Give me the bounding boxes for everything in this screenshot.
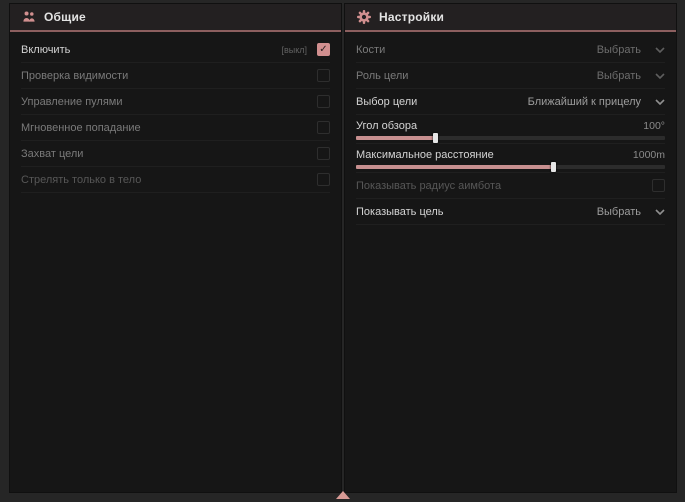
dropdown-value: Выбрать <box>597 44 641 56</box>
dropdown-bones[interactable]: Выбрать <box>597 44 665 56</box>
checkbox-bullet-control[interactable] <box>317 95 330 108</box>
row-enable: Включить [выкл] ✓ <box>21 37 330 63</box>
row-target-selection: Выбор цели Ближайший к прицелу <box>356 89 665 115</box>
slider-value: 100° <box>643 120 665 132</box>
setting-label: Выбор цели <box>356 96 417 108</box>
checkbox-visibility-check[interactable] <box>317 69 330 82</box>
dropdown-show-target[interactable]: Выбрать <box>597 206 665 218</box>
row-bullet-control: Управление пулями <box>21 89 330 115</box>
panel-title: Настройки <box>379 10 444 24</box>
check-icon: ✓ <box>319 45 327 55</box>
scroll-up-indicator[interactable] <box>336 491 350 499</box>
checkbox-instant-hit[interactable] <box>317 121 330 134</box>
panel-title: Общие <box>44 10 86 24</box>
setting-label: Мгновенное попадание <box>21 122 141 134</box>
panel-settings-body: Кости Выбрать Роль цели Выбрать Выбор це… <box>345 32 676 225</box>
panel-general-header: Общие <box>10 4 341 30</box>
slider-value: 1000m <box>633 149 665 161</box>
setting-label: Стрелять только в тело <box>21 174 141 186</box>
chevron-down-icon <box>655 99 665 105</box>
checkbox-body-only[interactable] <box>317 173 330 186</box>
chevron-down-icon <box>655 209 665 215</box>
slider-fill <box>356 136 436 140</box>
setting-label: Управление пулями <box>21 96 123 108</box>
row-bones: Кости Выбрать <box>356 37 665 63</box>
setting-label: Показывать цель <box>356 206 444 218</box>
panel-settings-header: Настройки <box>345 4 676 30</box>
setting-label: Максимальное расстояние <box>356 149 494 161</box>
dropdown-value: Выбрать <box>597 70 641 82</box>
slider-thumb[interactable] <box>551 162 556 172</box>
dropdown-target-role[interactable]: Выбрать <box>597 70 665 82</box>
row-visibility-check: Проверка видимости <box>21 63 330 89</box>
setting-label: Угол обзора <box>356 120 417 132</box>
setting-label: Показывать радиус аимбота <box>356 180 501 192</box>
slider-fill <box>356 165 554 169</box>
row-target-lock: Захват цели <box>21 141 330 167</box>
dropdown-target-selection[interactable]: Ближайший к прицелу <box>528 96 665 108</box>
chevron-down-icon <box>655 73 665 79</box>
checkbox-show-aimbot-radius[interactable] <box>652 179 665 192</box>
row-show-aimbot-radius: Показывать радиус аимбота <box>356 173 665 199</box>
max-distance-slider[interactable] <box>356 165 665 169</box>
fov-slider[interactable] <box>356 136 665 140</box>
row-show-target: Показывать цель Выбрать <box>356 199 665 225</box>
dropdown-value: Ближайший к прицелу <box>528 96 641 108</box>
people-icon <box>22 10 36 24</box>
setting-label: Захват цели <box>21 148 83 160</box>
panel-general-body: Включить [выкл] ✓ Проверка видимости Упр… <box>10 32 341 193</box>
row-fov: Угол обзора 100° <box>356 115 665 144</box>
row-instant-hit: Мгновенное попадание <box>21 115 330 141</box>
gear-icon <box>357 10 371 24</box>
setting-label: Включить <box>21 44 70 56</box>
setting-label: Кости <box>356 44 385 56</box>
dropdown-value: Выбрать <box>597 206 641 218</box>
row-target-role: Роль цели Выбрать <box>356 63 665 89</box>
slider-thumb[interactable] <box>433 133 438 143</box>
checkbox-target-lock[interactable] <box>317 147 330 160</box>
panel-settings: Настройки Кости Выбрать Роль цели Выбрат… <box>345 4 676 492</box>
hotkey-badge[interactable]: [выкл] <box>281 45 307 55</box>
checkbox-enable[interactable]: ✓ <box>317 43 330 56</box>
chevron-down-icon <box>655 47 665 53</box>
setting-label: Проверка видимости <box>21 70 128 82</box>
setting-label: Роль цели <box>356 70 408 82</box>
panel-general: Общие Включить [выкл] ✓ Проверка видимос… <box>10 4 341 492</box>
row-body-only: Стрелять только в тело <box>21 167 330 193</box>
row-max-distance: Максимальное расстояние 1000m <box>356 144 665 173</box>
